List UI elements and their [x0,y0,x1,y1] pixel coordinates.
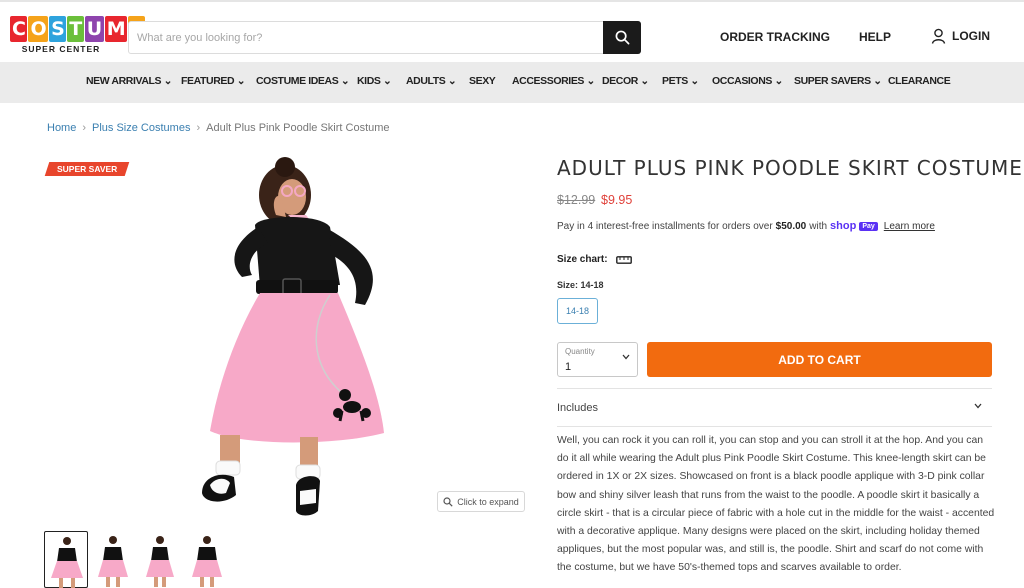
breadcrumb-current: Adult Plus Pink Poodle Skirt Costume [206,122,390,134]
chevron-down-icon [974,403,982,409]
size-option-14-18[interactable]: 14-18 [557,298,598,324]
login-link[interactable]: LOGIN [931,28,990,44]
includes-accordion[interactable]: Includes [557,388,992,427]
thumbnail-image [146,536,174,587]
nav-decor[interactable]: DECOR ⌄ [602,75,649,87]
ruler-icon [615,255,632,264]
quantity-value: 1 [565,361,572,373]
thumbnail-image [192,536,222,587]
size-chart-link[interactable]: Size chart: [557,254,632,265]
nav-accessories[interactable]: ACCESSORIES ⌄ [512,75,595,87]
shop-pay-logo: shop [830,220,857,232]
expand-label: Click to expand [457,496,519,507]
badge-label: SUPER SAVER [57,164,118,174]
thumbnail-2[interactable] [91,531,135,588]
site-header: COSTUME SUPER CENTER ORDER TRACKING HELP… [0,0,1024,62]
quantity-select[interactable]: Quantity 1 [557,342,638,377]
user-icon [931,28,946,44]
help-link[interactable]: HELP [859,30,891,44]
site-logo[interactable]: COSTUME SUPER CENTER [10,16,145,56]
product-title: ADULT PLUS PINK POODLE SKIRT COSTUME [557,156,1023,180]
breadcrumb-home[interactable]: Home [47,122,76,134]
breadcrumb-separator: › [82,122,87,134]
logo-letter: U [84,16,104,42]
thumbnail-image [98,536,128,587]
thumbnail-image [51,537,83,588]
logo-letter: C [10,16,28,42]
nav-occasions[interactable]: OCCASIONS ⌄ [712,75,783,87]
nav-super-savers[interactable]: SUPER SAVERS ⌄ [794,75,882,87]
nav-kids[interactable]: KIDS ⌄ [357,75,392,87]
search-input[interactable] [129,22,599,53]
includes-label: Includes [557,402,598,414]
thumbnail-1[interactable] [44,531,88,588]
search-bar [128,21,641,54]
logo-letter: O [28,16,49,42]
zoom-icon [443,496,453,507]
original-price: $12.99 [557,193,596,207]
nav-adults[interactable]: ADULTS ⌄ [406,75,457,87]
logo-letter: M [104,16,128,42]
nav-featured[interactable]: FEATURED ⌄ [181,75,246,87]
breadcrumb-separator: › [196,122,201,134]
main-nav: NEW ARRIVALS ⌄ FEATURED ⌄ COSTUME IDEAS … [0,62,1024,103]
logo-wordmark: COSTUME [10,16,145,42]
search-icon [615,30,629,45]
learn-more-link[interactable]: Learn more [884,221,935,232]
shop-pay-tag: Pay [859,221,878,231]
product-main-image[interactable] [190,155,390,525]
logo-letter: S [49,16,67,42]
installments-text: Pay in 4 interest-free installments for … [557,220,773,232]
login-label: LOGIN [952,29,990,43]
nav-new-arrivals[interactable]: NEW ARRIVALS ⌄ [86,75,172,87]
logo-letter: T [67,16,84,42]
add-to-cart-button[interactable]: ADD TO CART [647,342,992,377]
breadcrumb-category[interactable]: Plus Size Costumes [92,122,190,134]
logo-subtitle: SUPER CENTER [21,44,101,54]
installments-with: with [809,220,828,232]
thumbnail-3[interactable] [138,531,182,588]
quantity-label: Quantity [565,347,595,356]
sale-price: $9.95 [601,193,633,207]
super-saver-badge: SUPER SAVER [44,162,130,176]
installments-note: Pay in 4 interest-free installments for … [557,220,935,232]
product-description: Well, you can rock it you can roll it, y… [557,435,995,574]
search-button[interactable] [603,21,641,54]
order-tracking-link[interactable]: ORDER TRACKING [720,30,830,44]
nav-sexy[interactable]: SEXY [469,75,496,87]
nav-costume-ideas[interactable]: COSTUME IDEAS ⌄ [256,75,350,87]
breadcrumb: Home › Plus Size Costumes › Adult Plus Pink … [47,122,390,134]
click-to-expand-button[interactable]: Click to expand [437,491,525,512]
installments-amount: $50.00 [775,220,807,232]
thumbnail-4[interactable] [185,531,229,588]
nav-pets[interactable]: PETS ⌄ [662,75,699,87]
chevron-down-icon [622,354,630,360]
size-selected-label: Size: 14-18 [557,280,604,290]
size-chart-label: Size chart: [557,254,608,265]
nav-clearance[interactable]: CLEARANCE [888,75,951,87]
